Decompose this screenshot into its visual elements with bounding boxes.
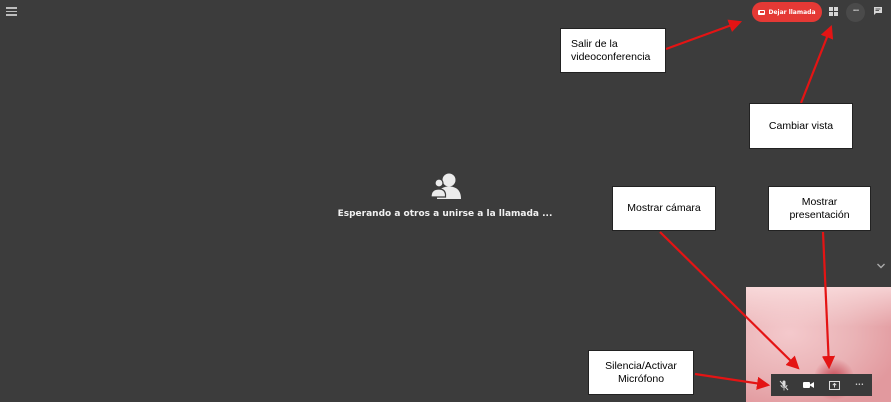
video-camera-icon (803, 382, 815, 388)
leave-call-icon (758, 9, 766, 15)
mute-microphone-button[interactable] (777, 378, 791, 392)
chat-icon[interactable] (874, 7, 882, 15)
callout-show-presentation: Mostrar presentación (768, 186, 871, 231)
hamburger-menu-icon[interactable] (6, 7, 17, 16)
callout-mute-microphone: Silencia/Activar Micrófono (588, 350, 694, 395)
waiting-message: Esperando a otros a unirse a la llamada … (337, 209, 553, 219)
more-options-button[interactable]: ••• (846, 3, 865, 22)
arrow-leave (665, 19, 743, 51)
microphone-off-icon (779, 380, 788, 390)
media-toolbar: ••• (771, 374, 872, 396)
callout-show-camera: Mostrar cámara (612, 186, 716, 231)
users-waiting-icon (430, 173, 461, 199)
callout-leave-call: Salir de la videoconferencia (560, 28, 666, 73)
toolbar-more-button[interactable]: ••• (852, 378, 866, 392)
arrow-change-view (799, 24, 834, 104)
present-screen-icon (828, 380, 840, 390)
chevron-down-icon[interactable] (876, 262, 886, 270)
more-options-icon: ••• (852, 8, 860, 14)
more-options-icon: ••• (854, 382, 864, 388)
leave-call-button[interactable]: Dejar llamada (752, 2, 822, 22)
camera-toggle-button[interactable] (802, 378, 816, 392)
present-screen-button[interactable] (827, 378, 841, 392)
grid-view-icon[interactable] (829, 7, 838, 16)
callout-change-view: Cambiar vista (749, 103, 853, 149)
leave-call-label: Dejar llamada (768, 8, 816, 16)
